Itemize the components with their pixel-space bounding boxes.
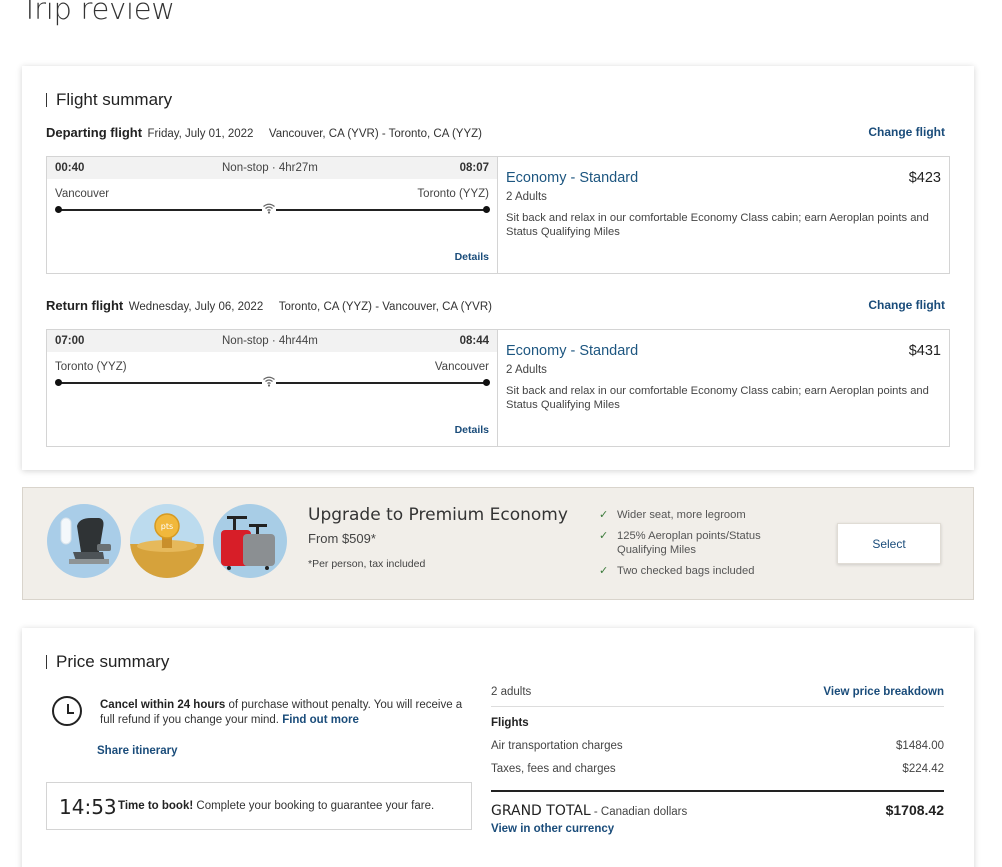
departing-flight-box: 00:40 Non-stop · 4hr27m 08:07 Vancouver … xyxy=(46,156,950,274)
passenger-summary: 2 adults xyxy=(491,686,532,698)
find-out-more-link[interactable]: Find out more xyxy=(282,714,359,726)
view-other-currency-link[interactable]: View in other currency xyxy=(491,823,614,835)
timer-value: 14:53 xyxy=(59,795,117,819)
charge-row: Taxes, fees and charges $224.42 xyxy=(491,763,944,775)
fare-info: Economy - Standard $431 2 Adults Sit bac… xyxy=(498,330,950,446)
page-title: Trip review xyxy=(21,0,175,26)
leg-route: Vancouver, CA (YVR) - Toronto, CA (YYZ) xyxy=(268,128,482,140)
leg-date: Friday, July 01, 2022 xyxy=(147,128,254,140)
cabin-description: Sit back and relax in our comfortable Ec… xyxy=(506,212,929,238)
grand-total-amount: $1708.42 xyxy=(885,802,944,818)
leg-date: Wednesday, July 06, 2022 xyxy=(128,301,264,313)
charge-amount: $224.42 xyxy=(902,763,944,775)
origin-city: Vancouver xyxy=(55,188,110,200)
leg-label: Departing flight xyxy=(46,125,143,140)
upgrade-banner: pts Upgrade to Premium Economy From $509… xyxy=(22,487,974,600)
benefit-item: ✓ Wider seat, more legroom xyxy=(599,509,746,521)
fare-info: Economy - Standard $423 2 Adults Sit bac… xyxy=(498,157,950,273)
clock-icon xyxy=(52,696,82,726)
charge-amount: $1484.00 xyxy=(896,740,944,752)
details-link-departing[interactable]: Details xyxy=(455,251,489,263)
currency-label: - Canadian dollars xyxy=(590,806,688,818)
flight-summary-card: Flight summary Departing flight Friday, … xyxy=(22,66,974,470)
time-strip: 07:00 Non-stop · 4hr44m 08:44 xyxy=(47,330,497,352)
flight-timeline: 00:40 Non-stop · 4hr27m 08:07 Vancouver … xyxy=(47,157,498,273)
charge-row: Air transportation charges $1484.00 xyxy=(491,740,944,752)
price-summary-heading: Price summary xyxy=(46,653,169,670)
check-icon: ✓ xyxy=(599,509,609,521)
leg-label: Return flight xyxy=(46,298,124,313)
wifi-icon xyxy=(262,374,276,388)
flight-duration: Non-stop · 4hr44m xyxy=(222,335,318,347)
cabin-description: Sit back and relax in our comfortable Ec… xyxy=(506,385,929,411)
upgrade-price-note: *Per person, tax included xyxy=(308,558,426,570)
svg-text:pts: pts xyxy=(161,522,173,531)
destination-dot xyxy=(483,379,490,386)
departure-time: 00:40 xyxy=(55,162,85,174)
arrival-time: 08:07 xyxy=(459,162,489,174)
change-flight-link-departing[interactable]: Change flight xyxy=(868,125,945,139)
departure-time: 07:00 xyxy=(55,335,85,347)
check-icon: ✓ xyxy=(599,530,609,542)
grand-total-row: GRAND TOTAL - Canadian dollars $1708.42 xyxy=(491,802,944,820)
time-strip: 00:40 Non-stop · 4hr27m 08:07 xyxy=(47,157,497,179)
timer-message: Time to book! Complete your booking to g… xyxy=(118,800,435,812)
total-divider xyxy=(491,790,944,792)
arrival-time: 08:44 xyxy=(459,335,489,347)
upgrade-from-price: From $509* xyxy=(308,531,376,546)
benefit-item: ✓ Two checked bags included xyxy=(599,565,755,577)
cancellation-text: Cancel within 24 hours of purchase witho… xyxy=(100,699,463,726)
fare-price: $431 xyxy=(908,343,941,359)
points-icon: pts xyxy=(130,504,204,578)
flights-label: Flights xyxy=(491,717,529,729)
upgrade-title: Upgrade to Premium Economy xyxy=(308,505,568,525)
departing-leg-header: Departing flight Friday, July 01, 2022 V… xyxy=(46,125,950,140)
wifi-icon xyxy=(262,201,276,215)
passenger-count: 2 Adults xyxy=(506,364,547,376)
destination-city: Vancouver xyxy=(434,361,489,373)
passenger-summary-row: 2 adults View price breakdown xyxy=(491,686,944,707)
cabin-name[interactable]: Economy - Standard xyxy=(506,170,638,186)
select-upgrade-button[interactable]: Select xyxy=(837,523,941,564)
booking-timer: 14:53 Time to book! Complete your bookin… xyxy=(46,782,472,830)
change-flight-link-return[interactable]: Change flight xyxy=(868,298,945,312)
destination-city: Toronto (YYZ) xyxy=(417,188,489,200)
origin-city: Toronto (YYZ) xyxy=(55,361,127,373)
return-leg-header: Return flight Wednesday, July 06, 2022 T… xyxy=(46,298,950,313)
flight-summary-heading: Flight summary xyxy=(46,91,172,108)
benefit-item: ✓ 125% Aeroplan points/Status Qualifying… xyxy=(599,530,761,556)
destination-dot xyxy=(483,206,490,213)
seat-icon xyxy=(47,504,121,578)
price-summary-card: Price summary Cancel within 24 hours of … xyxy=(22,628,974,867)
passenger-count: 2 Adults xyxy=(506,191,547,203)
details-link-return[interactable]: Details xyxy=(455,424,489,436)
bags-icon xyxy=(213,504,287,578)
origin-dot xyxy=(55,206,62,213)
flight-duration: Non-stop · 4hr27m xyxy=(222,162,318,174)
cabin-name[interactable]: Economy - Standard xyxy=(506,343,638,359)
origin-dot xyxy=(55,379,62,386)
flight-timeline: 07:00 Non-stop · 4hr44m 08:44 Toronto (Y… xyxy=(47,330,498,446)
grand-total-label: GRAND TOTAL xyxy=(491,803,591,819)
return-flight-box: 07:00 Non-stop · 4hr44m 08:44 Toronto (Y… xyxy=(46,329,950,447)
leg-route: Toronto, CA (YYZ) - Vancouver, CA (YVR) xyxy=(278,301,492,313)
check-icon: ✓ xyxy=(599,565,609,577)
share-itinerary-link[interactable]: Share itinerary xyxy=(97,745,178,757)
fare-price: $423 xyxy=(908,170,941,186)
view-price-breakdown-link[interactable]: View price breakdown xyxy=(823,686,944,698)
